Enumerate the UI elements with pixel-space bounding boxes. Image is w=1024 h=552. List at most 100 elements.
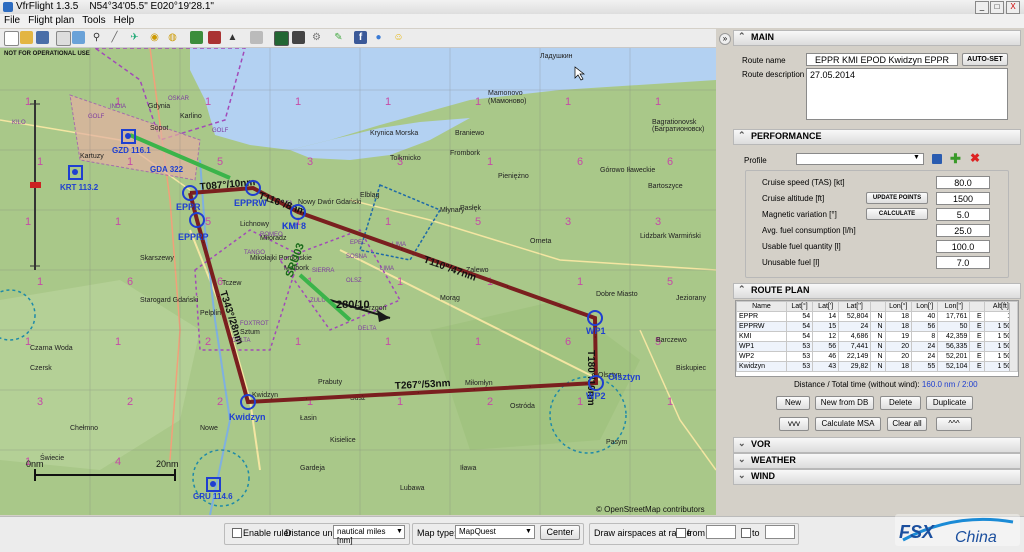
auto-set-button[interactable]: AUTO-SET [962, 53, 1008, 66]
airspace-label: INDIA [110, 104, 126, 110]
table-header-cell[interactable]: Lon[°] [884, 301, 913, 312]
table-cell: 46 [812, 351, 840, 362]
table-row[interactable]: WP2 53 46 22,149 N 20 24 52,201 E 1 500 [736, 351, 1018, 362]
scale-left-label: 0nm [26, 459, 44, 469]
from-checkbox[interactable] [676, 528, 686, 538]
perf-value-input[interactable]: 7.0 [936, 256, 990, 269]
table-cell: N [870, 361, 886, 372]
center-button[interactable]: Center [540, 525, 580, 540]
minimize-button[interactable]: _ [975, 1, 989, 14]
table-cell: EPPRW [736, 321, 787, 332]
chat-icon[interactable]: ● [372, 31, 385, 44]
calculator-icon[interactable] [250, 31, 263, 44]
search-icon[interactable]: ⚲ [90, 31, 103, 44]
grid-value: 1 [385, 96, 391, 108]
table-row[interactable]: EPPRW 54 15 24 N 18 56 50 E 1 500 [736, 321, 1018, 332]
section-performance-header[interactable]: ⌃ PERFORMANCE [733, 129, 1021, 145]
menu-help[interactable]: Help [110, 14, 139, 27]
new-button[interactable]: New [776, 396, 810, 410]
save-icon[interactable] [36, 31, 49, 44]
menu-tools[interactable]: Tools [78, 14, 109, 27]
collapse-panel-button[interactable]: » [719, 33, 731, 45]
elevation-icon[interactable] [208, 31, 221, 44]
from-input[interactable] [706, 525, 736, 539]
delete-button[interactable]: Delete [880, 396, 921, 410]
table-row[interactable]: Kwidzyn 53 43 29,82 N 18 55 52,104 E 1 500 [736, 361, 1018, 372]
plugin-icon[interactable]: ✎ [332, 31, 345, 44]
airspace-icon[interactable]: ◍ [166, 31, 179, 44]
menu-file[interactable]: File [0, 14, 24, 27]
airport-icon[interactable]: ✈ [128, 31, 141, 44]
waypoint-label: KMI 8 [282, 221, 306, 231]
delete-profile-icon[interactable]: ✖ [970, 151, 980, 165]
table-header-cell[interactable] [969, 301, 985, 312]
calculate-button[interactable]: CALCULATE [866, 208, 928, 220]
close-button[interactable]: X [1006, 1, 1020, 14]
duplicate-button[interactable]: Duplicate [926, 396, 973, 410]
distance-unit-select[interactable]: nautical miles [nm] [333, 525, 405, 545]
perf-value-input[interactable]: 1500 [936, 192, 990, 205]
profile-select[interactable] [796, 153, 924, 165]
export-icon[interactable] [72, 31, 85, 44]
open-icon[interactable] [20, 31, 33, 44]
table-header-cell[interactable]: Lat['] [812, 301, 840, 312]
grid-value: 5 [475, 216, 481, 228]
table-row[interactable]: KMI 54 12 4,686 N 19 8 42,359 E 1 500 [736, 331, 1018, 342]
table-cell: E [969, 361, 985, 372]
perf-value-input[interactable]: 80.0 [936, 176, 990, 189]
table-row[interactable]: EPPR541452,804N184017,761E16 [736, 311, 1018, 322]
perf-value-input[interactable]: 100.0 [936, 240, 990, 253]
move-up-button[interactable]: ^^^ [936, 417, 972, 431]
table-cell: 22,149 [838, 351, 872, 362]
section-wind-header[interactable]: ⌄ WIND [733, 469, 1021, 485]
city-label: Jeziorany [676, 295, 706, 302]
terrain-icon[interactable] [190, 31, 203, 44]
table-header-cell[interactable]: Lon['] [911, 301, 939, 312]
chevron-up-icon: ⌃ [738, 31, 746, 41]
update-points-button[interactable]: UPDATE POINTS [866, 192, 928, 204]
airspace-label: GOLF [212, 128, 229, 134]
smile-icon[interactable]: ☺ [392, 31, 405, 44]
section-vor-header[interactable]: ⌄ VOR [733, 437, 1021, 453]
navaid-icon[interactable]: ◉ [148, 31, 161, 44]
map-icon[interactable] [274, 31, 289, 46]
facebook-icon[interactable]: f [354, 31, 367, 44]
section-weather-header[interactable]: ⌄ WEATHER [733, 453, 1021, 469]
print-icon[interactable] [56, 31, 71, 46]
table-header-cell[interactable]: Lat[°] [785, 301, 814, 312]
route-description-input[interactable]: 27.05.2014 [806, 68, 1008, 120]
menu-flight-plan[interactable]: Flight plan [24, 14, 78, 27]
new-icon[interactable] [4, 31, 19, 46]
enable-ruler-checkbox[interactable] [232, 528, 242, 538]
table-cell: 20 [884, 351, 913, 362]
route-name-input[interactable]: EPPR KMI EPOD Kwidzyn EPPR [806, 53, 958, 66]
to-checkbox[interactable] [741, 528, 751, 538]
table-header-cell[interactable]: Name [736, 301, 787, 312]
map-canvas[interactable]: 1111111111533166115115331661111511211165… [0, 48, 716, 515]
move-down-button[interactable]: vvv [779, 417, 809, 431]
table-cell: 54 [785, 321, 814, 332]
section-route-plan-header[interactable]: ⌃ ROUTE PLAN [733, 283, 1021, 299]
table-header-cell[interactable] [870, 301, 886, 312]
map-view[interactable]: 1111111111533166115115331661111511211165… [0, 48, 716, 515]
mountain-icon[interactable]: ▲ [226, 31, 239, 44]
route-plan-table[interactable]: Name Lat[°] Lat['] Lat[''] Lon[°] Lon['] Lon['… [736, 301, 1018, 372]
camera-icon[interactable] [292, 31, 305, 44]
clear-all-button[interactable]: Clear all [887, 417, 927, 431]
map-type-select[interactable]: MapQuest [455, 525, 535, 539]
table-scrollbar[interactable] [1009, 303, 1017, 371]
perf-value-input[interactable]: 5.0 [936, 208, 990, 221]
table-header-cell[interactable]: Lat[''] [838, 301, 872, 312]
table-row[interactable]: WP1 53 56 7,441 N 20 24 56,335 E 1 500 [736, 341, 1018, 352]
save-profile-icon[interactable] [932, 154, 942, 164]
table-header-cell[interactable]: Lon[''] [937, 301, 971, 312]
to-input[interactable] [765, 525, 795, 539]
perf-value-input[interactable]: 25.0 [936, 224, 990, 237]
calculate-msa-button[interactable]: Calculate MSA [815, 417, 881, 431]
section-main-header[interactable]: ⌃ MAIN [733, 30, 1021, 46]
new-from-db-button[interactable]: New from DB [815, 396, 874, 410]
settings-icon[interactable]: ⚙ [310, 31, 323, 44]
maximize-button[interactable]: □ [990, 1, 1004, 14]
add-profile-icon[interactable]: ✚ [950, 151, 961, 167]
measure-icon[interactable]: ╱ [108, 31, 121, 44]
